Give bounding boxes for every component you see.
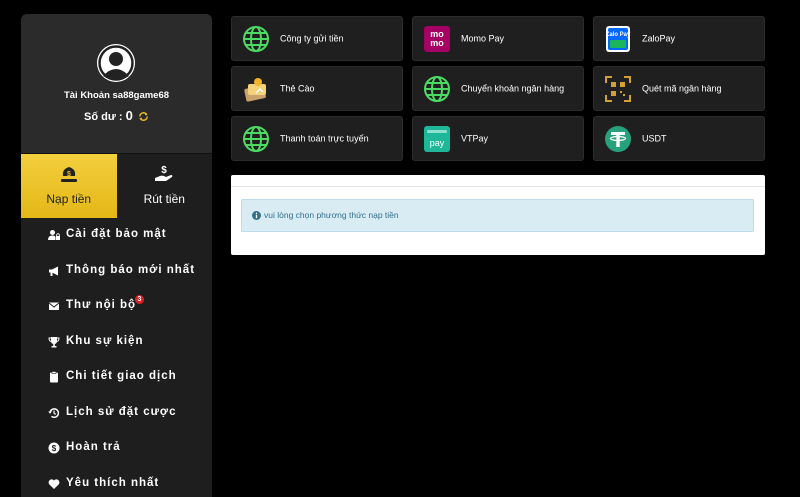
payment-scratch-card[interactable]: Thẻ Cào [231,66,403,111]
menu-item-label: Chi tiết giao dịch [66,370,177,382]
payment-method-grid: Công ty gửi tiền mo mo Momo Pay Zalo Pay … [231,16,765,161]
info-icon [252,211,261,220]
bullhorn-icon [49,266,58,276]
globe-icon [424,76,450,102]
menu-item-events[interactable]: Khu sự kiện [21,324,212,360]
momo-icon-text-top: mo mo [430,29,444,48]
menu-item-label: Yêu thích nhất [66,476,160,489]
money-bag-icon: $ [60,167,77,182]
payment-label: VTPay [461,133,489,143]
qr-scan-icon [605,76,631,102]
zalopay-icon: Zalo Pay [606,26,631,52]
tab-withdraw[interactable]: $ Rút tiền [116,154,212,218]
clipboard-icon [50,371,58,383]
svg-text:$: $ [67,171,71,178]
envelope-icon [48,302,60,310]
balance-label: Số dư : [84,111,123,123]
payment-vtpay[interactable]: pay VTPay [412,116,584,161]
refresh-icon[interactable] [138,111,149,122]
deposit-content-panel: vui lòng chọn phương thức nạp tiền [231,175,765,255]
profile-section: Tài Khoản sa88game68 Số dư : 0 [21,14,212,153]
menu-item-security[interactable]: Cài đặt bảo mật [21,217,212,253]
balance-value: 0 [125,108,133,123]
account-name: Tài Khoản sa88game68 [63,90,170,101]
payment-label: Công ty gửi tiền [280,33,344,43]
dollar-circle-icon: $ [48,442,60,454]
menu-item-favorites[interactable]: Yêu thích nhất [21,466,212,497]
tab-deposit-label: Nạp tiền [46,192,92,206]
payment-usdt[interactable]: USDT [593,116,765,161]
payment-bank-transfer[interactable]: Chuyển khoản ngân hàng [412,66,584,111]
payment-label: Momo Pay [461,33,505,43]
info-alert: vui lòng chọn phương thức nạp tiền [241,199,754,232]
menu-item-notifications[interactable]: Thông báo mới nhất [21,253,212,289]
info-alert-text: vui lòng chọn phương thức nạp tiền [264,210,399,220]
payment-zalopay[interactable]: Zalo Pay ZaloPay [593,16,765,61]
menu-item-label: Hoàn trả [66,441,121,453]
hand-dollar-icon: $ [155,165,173,181]
payment-qr-scan[interactable]: Quét mã ngân hàng [593,66,765,111]
vtpay-icon: pay [424,126,450,152]
menu-item-label: Thư nội bộ [66,299,137,311]
svg-text:$: $ [161,165,167,176]
scratch-card-icon [244,78,266,102]
vtpay-icon-text: pay [430,138,445,148]
payment-momo[interactable]: mo mo Momo Pay [412,16,584,61]
globe-icon [243,26,269,52]
history-icon [48,407,60,418]
unread-badge: 3 [135,295,144,304]
trophy-icon [48,336,60,347]
globe-icon [243,126,269,152]
svg-text:$: $ [52,444,57,453]
user-lock-icon [48,230,60,240]
avatar-icon [97,44,135,82]
menu-item-bet-history[interactable]: Lịch sử đặt cược [21,395,212,431]
payment-online[interactable]: Thanh toán trực tuyến [231,116,403,161]
payment-company-transfer[interactable]: Công ty gửi tiền [231,16,403,61]
payment-label: ZaloPay [642,33,676,43]
menu-item-inbox[interactable]: Thư nội bộ 3 [21,288,212,324]
tab-withdraw-label: Rút tiền [143,192,185,206]
tab-deposit[interactable]: $ Nạp tiền [21,154,117,218]
menu-item-label: Cài đặt bảo mật [66,228,167,240]
payment-label: Thẻ Cào [280,83,315,93]
payment-label: Thanh toán trực tuyến [280,133,369,143]
zalopay-icon-text: Zalo Pay [606,32,631,38]
heart-icon [48,478,60,489]
menu-item-transactions[interactable]: Chi tiết giao dịch [21,359,212,395]
momo-icon: mo mo [424,26,450,52]
menu-item-label: Khu sự kiện [66,334,144,347]
payment-label: Quét mã ngân hàng [642,83,722,93]
panel-header [231,175,765,187]
tether-icon [605,126,631,152]
payment-label: USDT [642,133,667,143]
menu-item-label: Thông báo mới nhất [66,263,196,276]
account-menu: Cài đặt bảo mật Thông báo mới nhất Thư n… [21,217,212,497]
balance-display: Số dư : 0 [21,108,212,123]
payment-label: Chuyển khoản ngân hàng [461,83,565,93]
menu-item-rebate[interactable]: $ Hoàn trả [21,430,212,466]
menu-item-label: Lịch sử đặt cược [66,405,177,418]
deposit-withdraw-tabs: $ Nạp tiền $ Rút tiền [21,153,212,218]
account-sidebar: Tài Khoản sa88game68 Số dư : 0 $ Nạp tiề… [21,14,212,497]
